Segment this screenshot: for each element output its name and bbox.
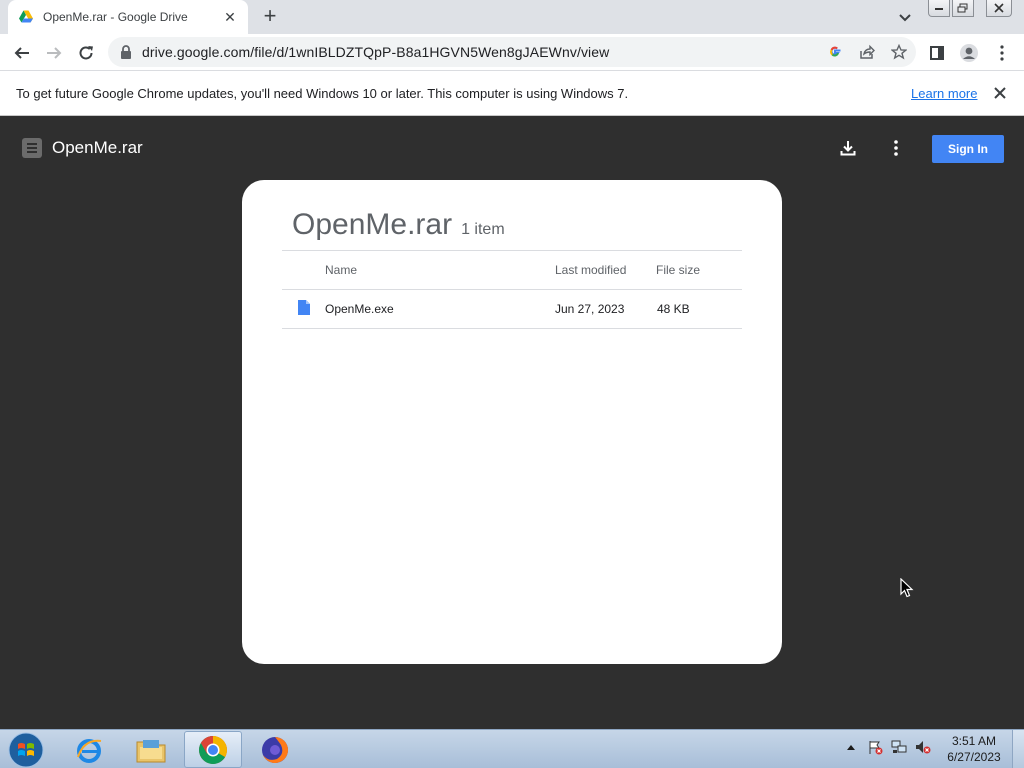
back-arrow-icon[interactable]	[11, 42, 33, 64]
clock-time: 3:51 AM	[951, 734, 997, 748]
google-lens-icon[interactable]	[826, 43, 844, 61]
internet-explorer-icon[interactable]	[60, 731, 118, 768]
system-tray	[843, 739, 931, 755]
mouse-pointer-icon	[900, 577, 914, 598]
window-close-button[interactable]	[986, 0, 1012, 17]
network-icon[interactable]	[891, 739, 907, 755]
viewer-file-title: OpenMe.rar	[52, 138, 143, 157]
new-tab-button[interactable]: +	[258, 5, 282, 29]
reload-icon[interactable]	[75, 42, 97, 64]
tab-search-icon[interactable]	[896, 8, 914, 26]
download-icon[interactable]	[837, 137, 859, 159]
forward-arrow-icon[interactable]	[43, 42, 65, 64]
row-last-modified: Jun 27, 2023	[555, 302, 625, 316]
start-button[interactable]	[6, 732, 46, 768]
learn-more-link[interactable]: Learn more	[911, 86, 977, 101]
item-count: 1 item	[461, 221, 505, 238]
document-icon	[298, 300, 310, 315]
show-hidden-icons-icon[interactable]	[843, 739, 859, 755]
url-text[interactable]: drive.google.com/file/d/1wnIBLDZTQpP-B8a…	[142, 44, 609, 60]
window-minimize-button[interactable]	[928, 0, 950, 17]
archive-contents-card: OpenMe.rar 1 item Name Last modified Fil…	[242, 180, 782, 664]
infobar-message: To get future Google Chrome updates, you…	[16, 86, 629, 101]
bookmark-star-icon[interactable]	[890, 43, 908, 61]
firefox-icon[interactable]	[246, 731, 304, 768]
chrome-menu-icon[interactable]	[991, 42, 1013, 64]
drive-viewer: OpenMe.rar Sign In OpenMe.rar 1 item Nam…	[0, 116, 1024, 729]
tab-close-icon[interactable]: ✕	[222, 9, 238, 26]
column-header-modified[interactable]: Last modified	[555, 263, 626, 277]
sign-in-button[interactable]: Sign In	[932, 135, 1004, 163]
windows-taskbar: 3:51 AM 6/27/2023	[0, 729, 1024, 768]
lock-icon[interactable]	[120, 45, 132, 59]
volume-muted-icon[interactable]	[915, 739, 931, 755]
side-panel-icon[interactable]	[926, 42, 948, 64]
archive-title: OpenMe.rar	[292, 208, 453, 241]
row-file-name: OpenMe.exe	[325, 302, 394, 316]
more-options-icon[interactable]	[885, 137, 907, 159]
row-file-size: 48 KB	[657, 302, 690, 316]
close-icon[interactable]	[990, 83, 1010, 103]
window-restore-button[interactable]	[952, 0, 974, 17]
archive-file-icon	[22, 138, 42, 158]
column-header-name[interactable]: Name	[325, 263, 357, 277]
browser-toolbar: drive.google.com/file/d/1wnIBLDZTQpP-B8a…	[0, 34, 1024, 71]
update-infobar: To get future Google Chrome updates, you…	[0, 71, 1024, 116]
show-desktop-button[interactable]	[1012, 730, 1024, 768]
tab-strip: OpenMe.rar - Google Drive ✕ +	[0, 0, 1024, 34]
share-icon[interactable]	[858, 43, 876, 61]
divider	[282, 328, 742, 329]
action-center-flag-icon[interactable]	[867, 739, 883, 755]
table-row[interactable]: OpenMe.exe Jun 27, 2023 48 KB	[282, 290, 742, 328]
clock-date: 6/27/2023	[947, 750, 1001, 764]
divider	[282, 250, 742, 251]
archive-header: OpenMe.rar 1 item	[292, 208, 505, 242]
tab-google-drive[interactable]: OpenMe.rar - Google Drive ✕	[8, 0, 248, 34]
column-header-size[interactable]: File size	[656, 263, 700, 277]
profile-avatar-icon[interactable]	[958, 42, 980, 64]
tab-title: OpenMe.rar - Google Drive	[43, 10, 188, 24]
address-bar[interactable]: drive.google.com/file/d/1wnIBLDZTQpP-B8a…	[108, 37, 916, 67]
file-explorer-icon[interactable]	[122, 731, 180, 768]
google-drive-icon	[18, 9, 34, 25]
system-clock[interactable]: 3:51 AM 6/27/2023	[944, 733, 1004, 765]
chrome-icon[interactable]	[184, 731, 242, 768]
